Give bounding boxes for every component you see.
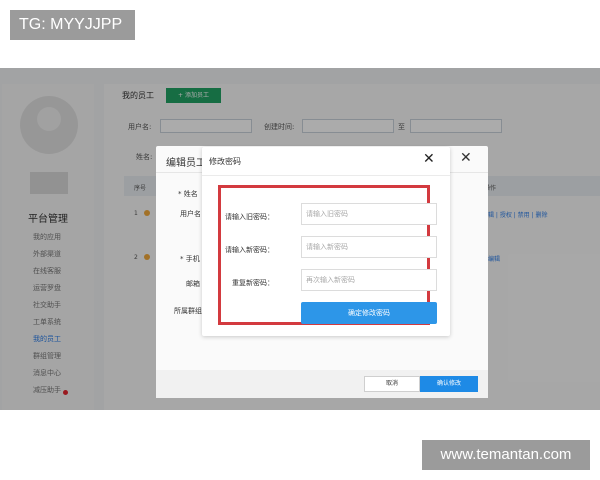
repeat-password-label: 重复新密码： <box>232 279 274 287</box>
highlight-box: 请输入旧密码： 请输入新密码： 重复新密码： 确定修改密码 <box>218 185 437 325</box>
divider <box>202 175 450 176</box>
watermark-bottom: www.temantan.com <box>422 440 590 470</box>
edit-dialog-close-icon[interactable]: ✕ <box>460 150 472 166</box>
watermark-top: TG: MYYJJPP <box>10 10 135 40</box>
cancel-button[interactable]: 取消 <box>364 376 420 392</box>
edit-dialog-title: 编辑员工 <box>166 158 206 169</box>
new-password-label: 请输入新密码： <box>225 246 274 254</box>
confirm-password-button[interactable]: 确定修改密码 <box>301 302 437 324</box>
field-name-label: * 姓名 <box>178 190 198 198</box>
old-password-label: 请输入旧密码： <box>225 213 274 221</box>
edit-dialog-footer: 取消 确认修改 <box>156 370 488 398</box>
repeat-password-input[interactable] <box>301 269 437 291</box>
new-password-input[interactable] <box>301 236 437 258</box>
field-phone-label: * 手机 <box>180 255 200 263</box>
confirm-edit-button[interactable]: 确认修改 <box>420 376 478 392</box>
screenshot-area: 平台管理 我的应用 外部渠道 在线客服 运营罗盘 社交助手 工单系统 我的员工 … <box>0 68 600 410</box>
old-password-input[interactable] <box>301 203 437 225</box>
password-dialog-title: 修改密码 <box>209 157 241 166</box>
field-username-label: 用户名 <box>180 210 201 218</box>
change-password-dialog: 修改密码 ✕ 请输入旧密码： 请输入新密码： 重复新密码： 确定修改密码 <box>202 147 450 336</box>
field-email-label: 邮箱 <box>186 280 200 288</box>
password-dialog-close-icon[interactable]: ✕ <box>423 149 435 169</box>
field-group-label: 所属群组 <box>174 307 202 315</box>
